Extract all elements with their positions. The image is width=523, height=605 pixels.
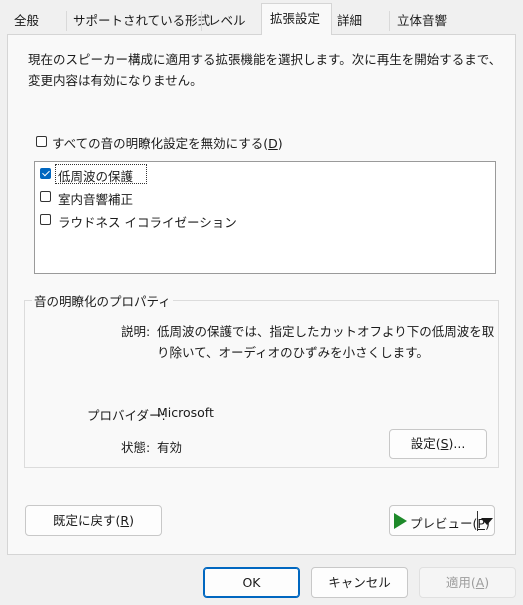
provider-value: Microsoft bbox=[157, 405, 214, 420]
ok-button[interactable]: OK bbox=[203, 567, 300, 598]
provider-label: プロバイダー: bbox=[87, 408, 166, 423]
cancel-button[interactable]: キャンセル bbox=[311, 567, 408, 598]
properties-group-title: 音の明瞭化のプロパティ bbox=[32, 291, 173, 310]
tab-separator bbox=[389, 11, 390, 31]
tab-separator bbox=[201, 11, 202, 31]
settings-button[interactable]: 設定(S)... bbox=[389, 429, 487, 459]
enhancement-label-room-correction[interactable]: 室内音響補正 bbox=[58, 189, 133, 208]
disable-all-checkbox[interactable] bbox=[36, 136, 47, 147]
enhancement-label-loudness-eq[interactable]: ラウドネス イコライゼーション bbox=[58, 212, 237, 231]
tab-separator bbox=[66, 11, 67, 31]
description-value-line1: 低周波の保護では、指定したカットオフより下の低周波を取 bbox=[157, 324, 495, 339]
chevron-down-icon[interactable] bbox=[481, 518, 493, 525]
enhancement-checkbox-bass-management[interactable] bbox=[40, 168, 51, 179]
description-text: 現在のスピーカー構成に適用する拡張機能を選択します。次に再生を開始するまで、変更… bbox=[28, 52, 502, 88]
restore-defaults-button[interactable]: 既定に戻す(R) bbox=[25, 505, 162, 536]
description-value-line2: り除いて、オーディオのひずみを小さくします。 bbox=[157, 345, 429, 360]
enhancement-label-bass-management[interactable]: 低周波の保護 bbox=[58, 166, 133, 185]
play-icon bbox=[394, 513, 407, 529]
status-label: 状態: bbox=[121, 440, 151, 455]
tab-enhancements[interactable]: 拡張設定 bbox=[261, 3, 332, 35]
preview-split-button[interactable]: プレビュー(P) bbox=[389, 505, 495, 536]
enhancement-checkbox-loudness-eq[interactable] bbox=[40, 214, 51, 225]
apply-button[interactable]: 適用(A) bbox=[419, 567, 516, 598]
description-label: 説明: bbox=[121, 324, 151, 339]
tab-advanced[interactable]: 詳細 bbox=[337, 7, 362, 34]
tab-supported-formats[interactable]: サポートされている形式 bbox=[73, 7, 210, 34]
tab-bar: 全般 サポートされている形式 レベル 拡張設定 詳細 立体音響 bbox=[0, 0, 523, 35]
tab-levels[interactable]: レベル bbox=[208, 7, 246, 34]
split-divider bbox=[477, 511, 478, 531]
tab-spatial-sound[interactable]: 立体音響 bbox=[397, 7, 447, 34]
tab-general[interactable]: 全般 bbox=[14, 7, 39, 34]
disable-all-label[interactable]: すべての音の明瞭化設定を無効にする(D) bbox=[52, 133, 283, 152]
enhancement-checkbox-room-correction[interactable] bbox=[40, 191, 51, 202]
status-value: 有効 bbox=[157, 440, 183, 455]
